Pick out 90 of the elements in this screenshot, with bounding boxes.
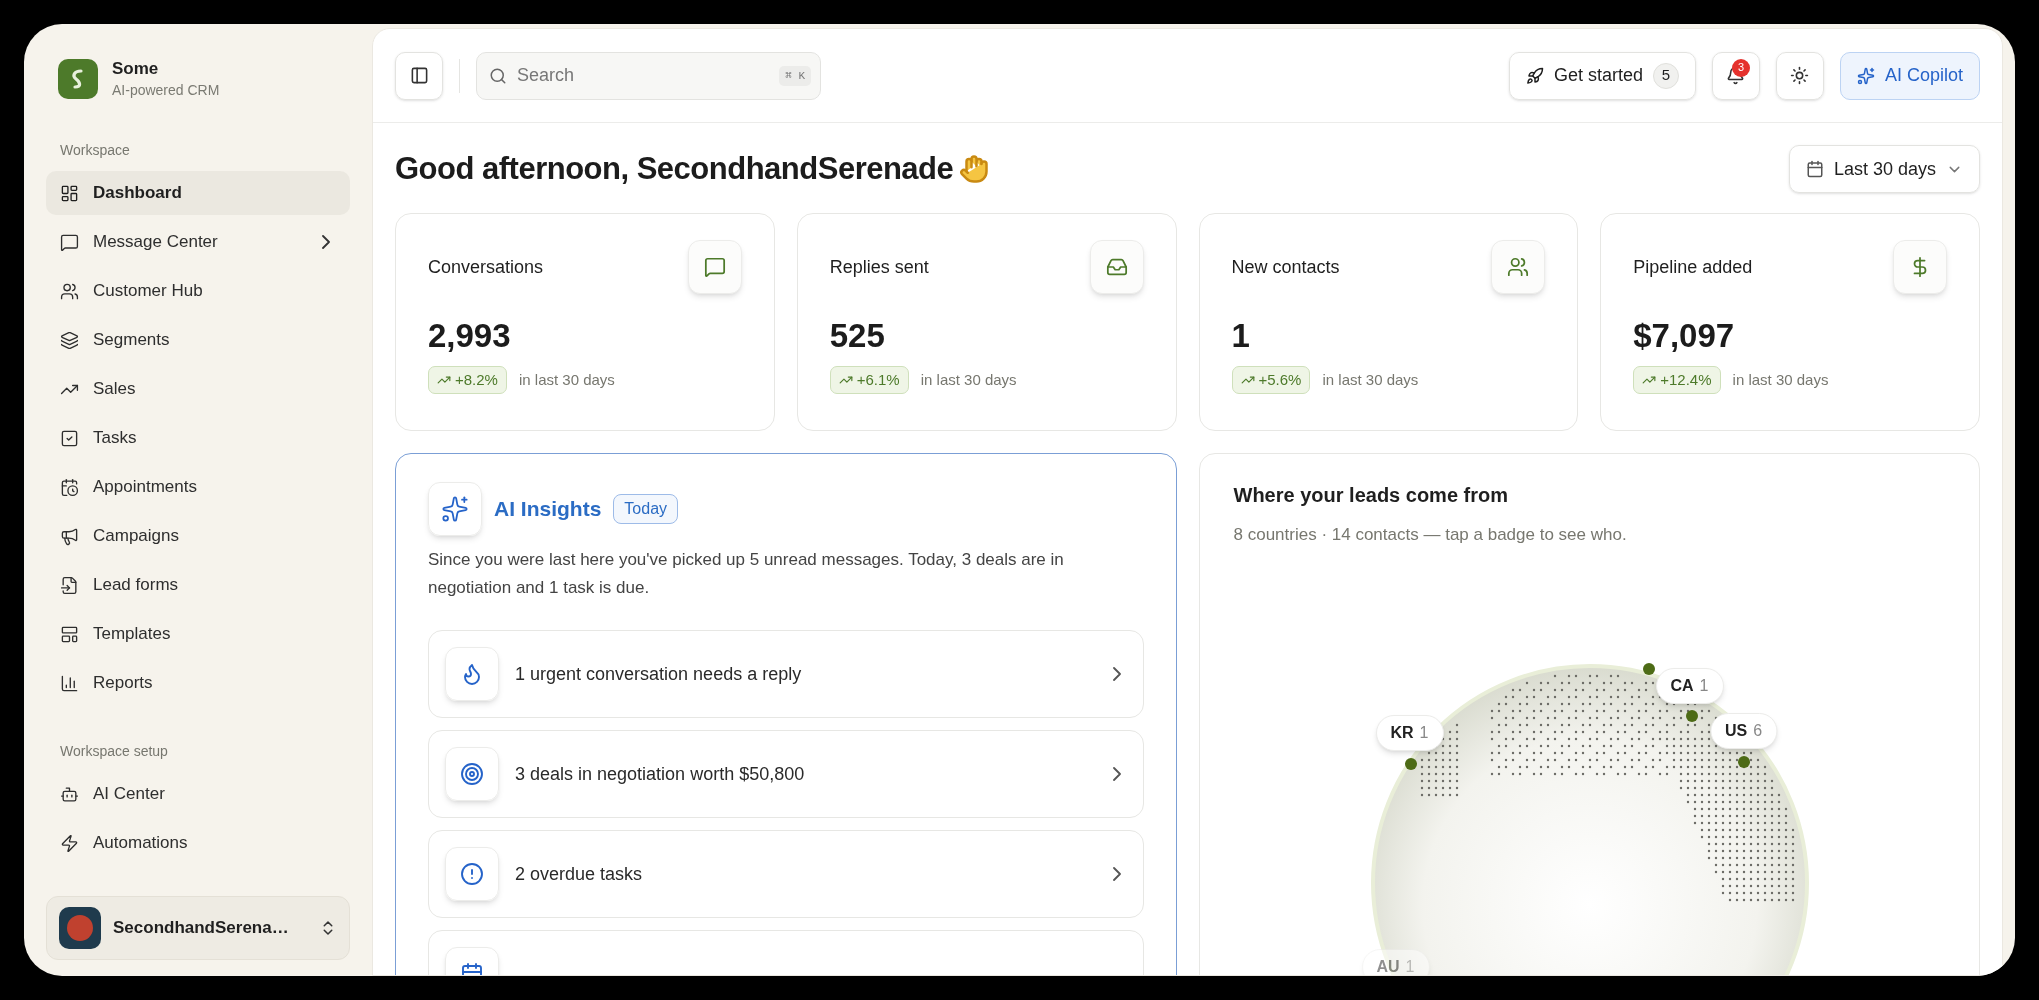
sparkles-icon	[441, 495, 469, 523]
people-icon	[60, 281, 79, 301]
search-icon	[489, 66, 507, 85]
target-icon	[460, 762, 484, 786]
stat-value: 525	[829, 316, 886, 356]
sidebar-item[interactable]: AI Center	[46, 772, 350, 816]
brand-tagline: AI-powered CRM	[112, 81, 220, 100]
alert-icon	[460, 862, 484, 886]
delta-badge: +6.1%	[829, 366, 909, 394]
delta-badge: +12.4%	[1633, 366, 1721, 394]
avatar	[59, 907, 101, 949]
stat-label: Conversations	[428, 255, 544, 279]
lightning-icon	[60, 833, 79, 853]
sidebar-item[interactable]: Automations	[46, 821, 350, 865]
robot-icon	[60, 784, 79, 804]
megaphone-icon	[60, 526, 79, 546]
sidebar-item[interactable]: Templates	[46, 612, 350, 656]
sidebar-item[interactable]: Sales	[46, 367, 350, 411]
sidebar-item[interactable]: Message Center	[46, 220, 350, 264]
map-pin[interactable]	[1642, 662, 1655, 675]
dashboard-icon	[60, 183, 79, 203]
insight-row[interactable]: 2 overdue tasks	[428, 830, 1144, 918]
stat-value: 2,993	[428, 316, 512, 356]
sidebar-item[interactable]: Customer Hub	[46, 269, 350, 313]
chat-icon	[703, 256, 726, 278]
brand-name: Some	[112, 58, 160, 80]
insight-text: 1 urgent conversation needs a reply	[515, 662, 803, 686]
sidebar-item[interactable]: Campaigns	[46, 514, 350, 558]
stat-note: in last 30 days	[1732, 369, 1829, 390]
chat-icon	[60, 232, 79, 252]
chevron-right-icon	[1112, 867, 1121, 881]
stat-value: 1	[1231, 316, 1251, 356]
rocket-icon	[1525, 66, 1544, 85]
account-switcher[interactable]: SecondhandSerena…	[46, 896, 350, 960]
country-badge[interactable]: US 6	[1709, 712, 1778, 749]
sidebar-toggle-button[interactable]	[395, 51, 443, 100]
account-name: SecondhandSerena…	[113, 917, 290, 940]
notifications-button[interactable]: 3	[1711, 51, 1760, 100]
delta-badge: +8.2%	[428, 366, 507, 394]
chevron-right-icon	[1112, 767, 1121, 781]
copilot-button[interactable]: AI Copilot	[1839, 51, 1980, 100]
stat-label: Replies sent	[829, 255, 929, 279]
sun-icon	[1790, 66, 1810, 85]
bar-chart-icon	[60, 673, 79, 693]
insight-row[interactable]: 1 urgent conversation needs a reply	[428, 630, 1144, 718]
inbox-icon	[1105, 256, 1128, 278]
chevron-right-icon	[1112, 667, 1121, 681]
file-input-icon	[60, 575, 79, 595]
calendar-icon	[1805, 160, 1824, 178]
sparkles-icon	[1856, 66, 1875, 85]
leads-title: Where your leads come from	[1233, 483, 1510, 508]
template-icon	[60, 624, 79, 644]
map-pin[interactable]	[1404, 757, 1417, 770]
theme-toggle-button[interactable]	[1775, 51, 1824, 100]
waving-hand-icon	[959, 154, 990, 184]
greeting-heading: Good afternoon, SecondhandSerenade	[395, 149, 954, 188]
chevron-right-icon	[322, 235, 330, 249]
leads-subtitle: 8 countries · 14 contacts — tap a badge to see who.	[1233, 524, 1628, 546]
sidebar-item[interactable]: Dashboard	[46, 171, 350, 215]
stat-label: New contacts	[1231, 255, 1340, 279]
calendar-clock-icon	[60, 477, 79, 497]
insights-title: AI Insights	[494, 496, 602, 523]
count-badge: 5	[1652, 62, 1679, 89]
country-badge[interactable]: CA 1	[1655, 667, 1724, 704]
get-started-button[interactable]: Get started 5	[1508, 51, 1696, 100]
people-icon	[1507, 256, 1530, 278]
stat-note: in last 30 days	[920, 369, 1017, 390]
notification-badge: 3	[1731, 58, 1750, 77]
checkbox-icon	[60, 428, 79, 448]
stat-value: $7,097	[1633, 316, 1736, 356]
insights-summary: Since you were last here you've picked up 5 unread messages. Today, 3 deals are in negotiation and 1 task is due.	[428, 549, 1065, 599]
stat-label: Pipeline added	[1633, 255, 1753, 279]
insight-text: 2 overdue tasks	[515, 862, 644, 886]
date-range-button[interactable]: Last 30 days	[1788, 145, 1980, 193]
section-label: Workspace setup	[59, 742, 169, 761]
stat-note: in last 30 days	[1322, 369, 1419, 390]
stat-note: in last 30 days	[518, 369, 615, 390]
panel-icon	[409, 66, 429, 85]
insight-text: 3 deals in negotiation worth $50,800	[515, 762, 806, 786]
layers-icon	[60, 330, 79, 350]
sidebar-item[interactable]: Segments	[46, 318, 350, 362]
insight-row[interactable]: 3 deals in negotiation worth $50,800	[428, 730, 1144, 818]
country-badge[interactable]: KR 1	[1375, 714, 1444, 751]
sidebar-item[interactable]: Tasks	[46, 416, 350, 460]
delta-badge: +5.6%	[1231, 366, 1311, 394]
sidebar-item[interactable]: Lead forms	[46, 563, 350, 607]
sidebar-item[interactable]: Reports	[46, 661, 350, 705]
section-label: Workspace	[59, 141, 131, 160]
sidebar-item[interactable]: Appointments	[46, 465, 350, 509]
today-badge: Today	[613, 494, 679, 524]
